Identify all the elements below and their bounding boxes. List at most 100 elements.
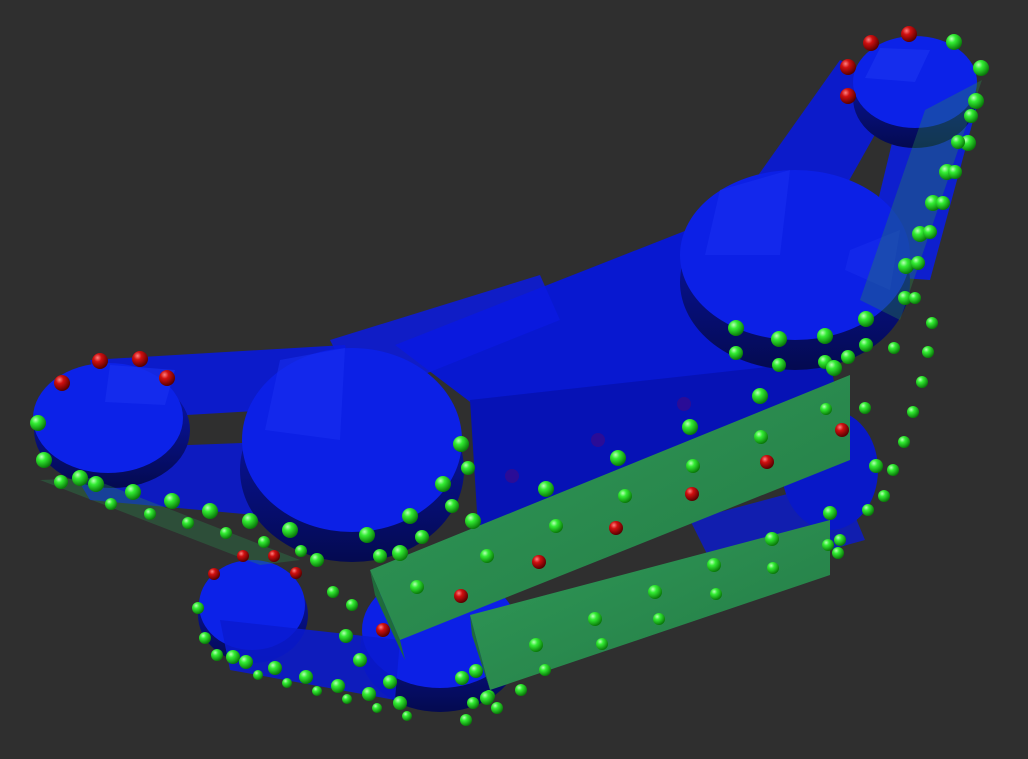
- red-marker[interactable]: [290, 567, 302, 579]
- green-marker[interactable]: [346, 599, 358, 611]
- green-marker[interactable]: [144, 508, 156, 520]
- green-marker[interactable]: [460, 714, 472, 726]
- green-marker[interactable]: [596, 638, 608, 650]
- green-marker[interactable]: [923, 225, 937, 239]
- red-marker[interactable]: [685, 487, 699, 501]
- green-marker[interactable]: [948, 165, 962, 179]
- green-marker[interactable]: [239, 655, 253, 669]
- green-marker[interactable]: [926, 317, 938, 329]
- green-marker[interactable]: [310, 553, 324, 567]
- green-marker[interactable]: [54, 475, 68, 489]
- green-marker[interactable]: [922, 346, 934, 358]
- green-marker[interactable]: [754, 430, 768, 444]
- green-marker[interactable]: [362, 687, 376, 701]
- green-marker[interactable]: [327, 586, 339, 598]
- green-marker[interactable]: [909, 292, 921, 304]
- green-marker[interactable]: [859, 338, 873, 352]
- red-marker[interactable]: [505, 469, 519, 483]
- green-marker[interactable]: [480, 549, 494, 563]
- green-marker[interactable]: [772, 358, 786, 372]
- green-marker[interactable]: [192, 602, 204, 614]
- green-marker[interactable]: [125, 484, 141, 500]
- green-marker[interactable]: [841, 350, 855, 364]
- green-marker[interactable]: [752, 388, 768, 404]
- green-marker[interactable]: [220, 527, 232, 539]
- green-marker[interactable]: [312, 686, 322, 696]
- red-marker[interactable]: [609, 521, 623, 535]
- green-marker[interactable]: [402, 711, 412, 721]
- green-marker[interactable]: [467, 697, 479, 709]
- green-marker[interactable]: [359, 527, 375, 543]
- green-marker[interactable]: [618, 489, 632, 503]
- green-marker[interactable]: [353, 653, 367, 667]
- green-marker[interactable]: [826, 360, 842, 376]
- green-marker[interactable]: [72, 470, 88, 486]
- green-marker[interactable]: [480, 691, 494, 705]
- green-marker[interactable]: [295, 545, 307, 557]
- green-marker[interactable]: [682, 419, 698, 435]
- green-marker[interactable]: [878, 490, 890, 502]
- green-marker[interactable]: [648, 585, 662, 599]
- green-marker[interactable]: [372, 703, 382, 713]
- red-marker[interactable]: [760, 455, 774, 469]
- green-marker[interactable]: [968, 93, 984, 109]
- green-marker[interactable]: [331, 679, 345, 693]
- green-marker[interactable]: [491, 702, 503, 714]
- green-marker[interactable]: [686, 459, 700, 473]
- green-marker[interactable]: [415, 530, 429, 544]
- green-marker[interactable]: [964, 109, 978, 123]
- red-marker[interactable]: [208, 568, 220, 580]
- green-marker[interactable]: [862, 504, 874, 516]
- green-marker[interactable]: [373, 549, 387, 563]
- green-marker[interactable]: [258, 536, 270, 548]
- green-marker[interactable]: [817, 328, 833, 344]
- green-marker[interactable]: [588, 612, 602, 626]
- green-marker[interactable]: [465, 513, 481, 529]
- green-marker[interactable]: [887, 464, 899, 476]
- red-marker[interactable]: [159, 370, 175, 386]
- green-marker[interactable]: [515, 684, 527, 696]
- red-marker[interactable]: [835, 423, 849, 437]
- green-marker[interactable]: [299, 670, 313, 684]
- red-marker[interactable]: [268, 550, 280, 562]
- green-marker[interactable]: [36, 452, 52, 468]
- red-marker[interactable]: [92, 353, 108, 369]
- green-marker[interactable]: [410, 580, 424, 594]
- green-marker[interactable]: [445, 499, 459, 513]
- red-marker[interactable]: [840, 59, 856, 75]
- green-marker[interactable]: [729, 346, 743, 360]
- green-marker[interactable]: [771, 331, 787, 347]
- green-marker[interactable]: [888, 342, 900, 354]
- green-marker[interactable]: [268, 661, 282, 675]
- green-marker[interactable]: [242, 513, 258, 529]
- red-marker[interactable]: [237, 550, 249, 562]
- green-marker[interactable]: [461, 461, 475, 475]
- green-marker[interactable]: [907, 406, 919, 418]
- green-marker[interactable]: [226, 650, 240, 664]
- green-marker[interactable]: [834, 534, 846, 546]
- green-marker[interactable]: [951, 135, 965, 149]
- green-marker[interactable]: [253, 670, 263, 680]
- green-marker[interactable]: [88, 476, 104, 492]
- disc-center-left[interactable]: [242, 348, 462, 532]
- green-marker[interactable]: [859, 402, 871, 414]
- green-marker[interactable]: [282, 522, 298, 538]
- red-marker[interactable]: [54, 375, 70, 391]
- green-marker[interactable]: [402, 508, 418, 524]
- green-marker[interactable]: [936, 196, 950, 210]
- green-marker[interactable]: [211, 649, 223, 661]
- red-marker[interactable]: [863, 35, 879, 51]
- red-marker[interactable]: [840, 88, 856, 104]
- green-marker[interactable]: [383, 675, 397, 689]
- green-marker[interactable]: [182, 517, 194, 529]
- red-marker[interactable]: [132, 351, 148, 367]
- green-marker[interactable]: [869, 459, 883, 473]
- robot-model[interactable]: [33, 36, 982, 712]
- green-marker[interactable]: [765, 532, 779, 546]
- 3d-viewport[interactable]: [0, 0, 1028, 759]
- green-marker[interactable]: [392, 545, 408, 561]
- green-marker[interactable]: [728, 320, 744, 336]
- red-marker[interactable]: [376, 623, 390, 637]
- green-marker[interactable]: [911, 256, 925, 270]
- green-marker[interactable]: [820, 403, 832, 415]
